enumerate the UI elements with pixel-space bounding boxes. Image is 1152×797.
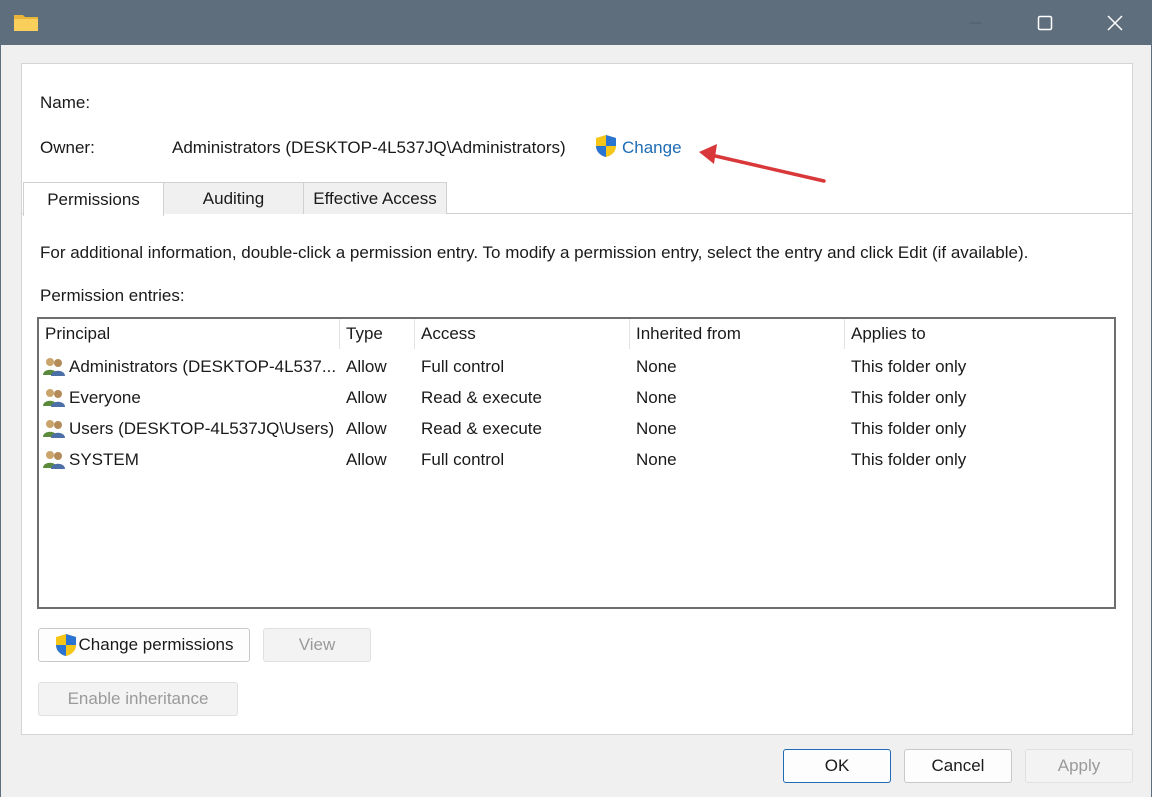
user-group-icon — [43, 420, 65, 438]
maximize-icon — [1037, 15, 1053, 30]
view-button[interactable]: View — [263, 628, 371, 662]
tab-auditing[interactable]: Auditing — [163, 182, 304, 214]
cell-applies-to: This folder only — [851, 450, 967, 469]
cancel-button[interactable]: Cancel — [904, 749, 1012, 783]
cell-principal: Administrators (DESKTOP-4L537... — [69, 357, 337, 376]
folder-icon — [14, 15, 38, 31]
change-permissions-button[interactable]: Change permissions — [38, 628, 250, 662]
cell-type: Allow — [346, 419, 387, 438]
table-row[interactable]: Users (DESKTOP-4L537JQ\Users) Allow Read… — [39, 413, 1114, 444]
owner-label: Owner: — [40, 138, 95, 157]
cell-access: Read & execute — [421, 388, 542, 407]
apply-button[interactable]: Apply — [1025, 749, 1133, 783]
cell-applies-to: This folder only — [851, 357, 967, 376]
cell-access: Full control — [421, 450, 505, 469]
column-header-access[interactable]: Access — [415, 319, 630, 349]
owner-value: Administrators (DESKTOP-4L537JQ\Administ… — [172, 138, 566, 157]
close-icon — [1107, 14, 1123, 31]
ok-button[interactable]: OK — [783, 749, 891, 783]
cell-access: Read & execute — [421, 419, 542, 438]
cell-inherited-from: None — [636, 419, 677, 438]
permission-entries-label: Permission entries: — [40, 286, 185, 305]
column-header-principal[interactable]: Principal — [39, 319, 340, 349]
uac-shield-icon — [596, 135, 616, 157]
minimize-button[interactable] — [946, 0, 1004, 45]
cell-type: Allow — [346, 388, 387, 407]
change-owner-link[interactable]: Change — [622, 138, 682, 158]
column-header-inherited-from[interactable]: Inherited from — [630, 319, 845, 349]
cell-applies-to: This folder only — [851, 419, 967, 438]
user-group-icon — [43, 451, 65, 469]
annotation-arrow — [699, 144, 826, 183]
title-bar[interactable] — [1, 0, 1152, 45]
change-permissions-label: Change permissions — [78, 635, 234, 654]
uac-shield-icon — [55, 634, 76, 656]
cell-access: Full control — [421, 357, 505, 376]
cell-applies-to: This folder only — [851, 388, 967, 407]
minimize-icon — [969, 22, 981, 23]
tab-permissions[interactable]: Permissions — [23, 182, 164, 216]
info-text: For additional information, double-click… — [40, 243, 1029, 262]
column-header-applies-to[interactable]: Applies to — [845, 319, 1114, 349]
cell-type: Allow — [346, 357, 387, 376]
permission-entries-list[interactable]: Principal Type Access Inherited from App… — [37, 317, 1116, 609]
cell-type: Allow — [346, 450, 387, 469]
cell-principal: SYSTEM — [69, 450, 139, 469]
column-header-type[interactable]: Type — [340, 319, 415, 349]
table-row[interactable]: SYSTEM Allow Full control None This fold… — [39, 444, 1114, 475]
user-group-icon — [43, 358, 65, 376]
table-row[interactable]: Administrators (DESKTOP-4L537... Allow F… — [39, 351, 1114, 382]
maximize-button[interactable] — [1016, 0, 1074, 45]
cell-principal: Users (DESKTOP-4L537JQ\Users) — [69, 419, 335, 438]
user-group-icon — [43, 389, 65, 407]
cell-inherited-from: None — [636, 450, 677, 469]
tab-effective-access[interactable]: Effective Access — [303, 182, 447, 214]
name-label: Name: — [40, 93, 91, 112]
close-button[interactable] — [1086, 0, 1144, 45]
cell-inherited-from: None — [636, 357, 677, 376]
cell-principal: Everyone — [69, 388, 141, 407]
content-panel: Name: Owner: Administrators (DESKTOP-4L5… — [21, 63, 1133, 735]
advanced-security-window: Name: Owner: Administrators (DESKTOP-4L5… — [0, 0, 1152, 797]
cell-inherited-from: None — [636, 388, 677, 407]
table-row[interactable]: Everyone Allow Read & execute None This … — [39, 382, 1114, 413]
enable-inheritance-button[interactable]: Enable inheritance — [38, 682, 238, 716]
